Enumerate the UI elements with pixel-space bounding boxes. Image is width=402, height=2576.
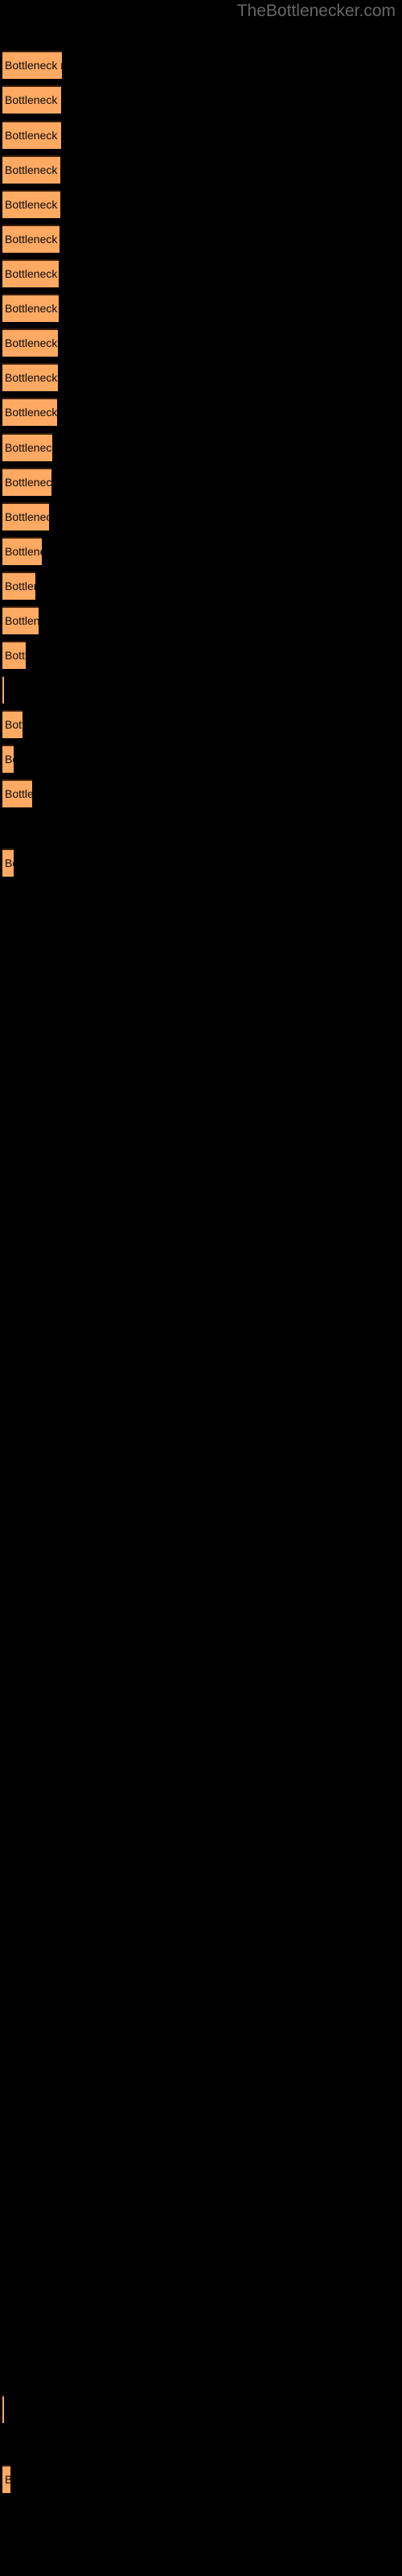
bottleneck-bar-chart: TheBottlenecker.com Bottleneck resultBot…	[0, 0, 402, 2576]
bar-label: Bottleneck result	[5, 267, 59, 280]
bar-label-clip: Bottleneck result	[5, 745, 14, 773]
bar-row: Bottleneck result	[2, 85, 61, 114]
bar-row: Bottleneck result	[2, 294, 59, 322]
bar-row: Bottleneck result	[2, 848, 14, 877]
bar	[2, 2395, 4, 2423]
bar-row: Bottleneck result	[2, 259, 59, 287]
bar-label-clip: Bottleneck result	[5, 190, 60, 218]
bar-label: Bottleneck result	[5, 441, 52, 454]
bar-label: Bottleneck result	[5, 93, 61, 106]
bar-label-clip: Bottleneck result	[5, 468, 51, 496]
bar-label-clip: Bottleneck result	[5, 51, 62, 79]
bar-label-clip: Bottleneck result	[5, 537, 42, 565]
bar-label-clip: Bottleneck result	[5, 85, 61, 114]
bar-row: Bottleneck result	[2, 51, 62, 79]
bar-label: Bottleneck result	[5, 233, 59, 246]
bar-row: Bottleneck result	[2, 641, 26, 669]
bar-row: Bottleneck result	[2, 155, 60, 184]
bar-label: Bottleneck result	[5, 718, 23, 731]
bar-label: Bottleneck result	[5, 545, 42, 558]
bar-label-clip: Bottleneck result	[5, 779, 32, 807]
bar-label: Bottleneck result	[5, 510, 49, 523]
bar-row: Bottleneck result	[2, 363, 58, 391]
bar	[2, 675, 4, 704]
bar-label-clip: Bottleneck result	[5, 294, 59, 322]
bar-label: Bottleneck result	[5, 753, 14, 766]
bar-label: Bottleneck result	[5, 614, 39, 627]
bar-row: Bottleneck result	[2, 433, 52, 461]
bar-row: Bottleneck result	[2, 745, 14, 773]
bar-label: Bottleneck result	[5, 198, 60, 211]
bar-row: Bottleneck result	[2, 328, 58, 357]
bar-label: Bottleneck result	[5, 336, 58, 349]
bar-label: Bottleneck result	[5, 406, 57, 419]
bar-label: Bottleneck result	[5, 163, 60, 176]
bar-label-clip: Bottleneck result	[5, 2465, 10, 2493]
bar-row: Bottleneck result	[2, 502, 49, 530]
bar-row: Bottleneck result	[2, 675, 4, 704]
bar-label-clip: Bottleneck result	[5, 606, 39, 634]
bar-row: Bottleneck result	[2, 121, 61, 149]
bar-row: Bottleneck result	[2, 2395, 4, 2423]
bar-row: Bottleneck result	[2, 2465, 10, 2493]
bar-label-clip: Bottleneck result	[5, 225, 59, 253]
bar-label: Bottleneck result	[5, 129, 61, 142]
bar-label: Bottleneck result	[5, 787, 32, 800]
plot-area: Bottleneck result Bottleneck result Bottle…	[0, 0, 402, 2576]
bar-label: Bottleneck result	[5, 476, 51, 489]
bar-row: Bottleneck result	[2, 710, 23, 738]
bar-label-clip: Bottleneck result	[5, 121, 61, 149]
bar-label-clip: Bottleneck result	[5, 363, 58, 391]
bar-row: Bottleneck result	[2, 606, 39, 634]
bar-label-clip: Bottleneck result	[5, 328, 58, 357]
bar-label-clip: Bottleneck result	[5, 710, 23, 738]
bar-label-clip: Bottleneck result	[5, 398, 57, 426]
bar-row: Bottleneck result	[2, 225, 59, 253]
bar-label-clip: Bottleneck result	[5, 848, 14, 877]
bar-label-clip: Bottleneck result	[5, 641, 26, 669]
bar-label: Bottleneck result	[5, 2473, 10, 2486]
bar-label: Bottleneck result	[5, 857, 14, 869]
bar-label: Bottleneck result	[5, 59, 62, 72]
bar-row: Bottleneck result	[2, 537, 42, 565]
bar-row: Bottleneck result	[2, 190, 60, 218]
bar-label-clip: Bottleneck result	[5, 433, 52, 461]
bar-row: Bottleneck result	[2, 468, 51, 496]
bar-label-clip: Bottleneck result	[5, 572, 35, 600]
bar-label: Bottleneck result	[5, 371, 58, 384]
bar-label-clip: Bottleneck result	[5, 502, 49, 530]
bar-label-clip: Bottleneck result	[5, 155, 60, 184]
bar-row: Bottleneck result	[2, 779, 32, 807]
bar-label: Bottleneck result	[5, 649, 26, 662]
bar-label: Bottleneck result	[5, 302, 59, 315]
bar-row: Bottleneck result	[2, 572, 35, 600]
bar-row: Bottleneck result	[2, 398, 57, 426]
bar-label: Bottleneck result	[5, 580, 35, 592]
bar-label-clip: Bottleneck result	[5, 259, 59, 287]
